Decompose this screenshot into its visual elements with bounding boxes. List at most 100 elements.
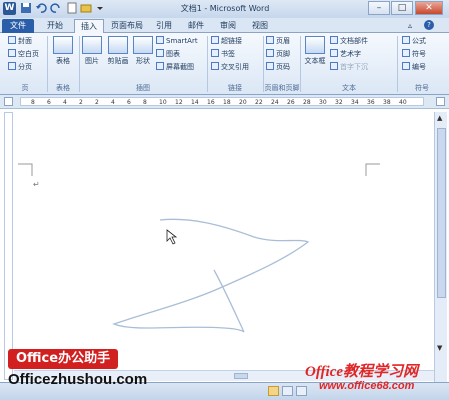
bookmark-button[interactable]: 书签: [211, 49, 235, 59]
group-label-table: 表格: [56, 84, 70, 92]
vertical-scrollbar[interactable]: ▲ ▼: [434, 112, 447, 382]
ruler-tick-label: 22: [255, 99, 263, 106]
ruler-tick-label: 34: [351, 99, 359, 106]
tab-insert[interactable]: 插入: [74, 19, 104, 33]
text-box-button[interactable]: 文本框: [302, 36, 328, 66]
ruler-bar: 8 6 4 2 2 4 6 8 10 12 14 16 18 20 22 24 26 28 30 32 34 36 38 40: [0, 95, 449, 109]
window-title: 文档1 - Microsoft Word: [180, 4, 270, 13]
tab-file[interactable]: 文件: [2, 19, 34, 33]
ribbon-insert: 封面 空白页 分页 页 表格 表格 图片 剪贴画 形状 SmartArt 图表 …: [0, 33, 449, 95]
close-button[interactable]: ✕: [415, 1, 443, 15]
cross-reference-icon: [211, 62, 219, 70]
save-icon[interactable]: [20, 2, 32, 15]
cover-page-button[interactable]: 封面: [8, 36, 32, 46]
tab-home[interactable]: 开始: [40, 19, 70, 33]
page-number-icon: [266, 62, 274, 70]
group-label-illustrations: 插图: [136, 84, 150, 92]
screenshot-button[interactable]: 屏幕截图: [156, 62, 194, 72]
undo-icon[interactable]: [35, 2, 47, 15]
footer-button[interactable]: 页脚: [266, 49, 290, 59]
screenshot-icon: [156, 62, 164, 70]
wordart-button[interactable]: 艺术字: [330, 49, 361, 59]
help-icon[interactable]: ?: [424, 20, 434, 30]
watermark-right-title: Office教程学习网: [305, 364, 419, 380]
watermark-right: Office教程学习网 www.office68.com: [305, 360, 447, 398]
cover-page-icon: [8, 36, 16, 44]
paragraph-mark: ↵: [33, 180, 40, 189]
tab-mailings[interactable]: 邮件: [182, 19, 210, 33]
vertical-ruler[interactable]: [4, 112, 13, 380]
smartart-icon: [156, 36, 164, 44]
ruler-tick-label: 2: [79, 99, 83, 106]
document-canvas[interactable]: ↵: [14, 110, 434, 382]
h-scroll-thumb[interactable]: [234, 373, 248, 379]
scroll-thumb[interactable]: [437, 128, 446, 298]
table-button[interactable]: 表格: [50, 36, 76, 66]
quick-parts-button[interactable]: 文档部件: [330, 36, 368, 46]
tab-view[interactable]: 视图: [246, 19, 274, 33]
tab-references[interactable]: 引用: [150, 19, 178, 33]
scroll-up-icon[interactable]: ▲: [437, 114, 445, 122]
picture-button[interactable]: 图片: [81, 36, 103, 66]
group-separator: [300, 36, 301, 92]
watermark-left: Office办公助手 Officezhushou.com: [8, 349, 160, 393]
maximize-button[interactable]: □: [391, 1, 413, 15]
header-icon: [266, 36, 274, 44]
ruler-tick-label: 36: [367, 99, 375, 106]
horizontal-ruler[interactable]: 8 6 4 2 2 4 6 8 10 12 14 16 18 20 22 24 26 28 30 32 34 36 38 40: [20, 97, 424, 106]
blank-page-icon: [8, 49, 16, 57]
group-label-links: 链接: [228, 84, 242, 92]
customize-toolbar-icon[interactable]: [94, 2, 106, 15]
numbering-icon: [402, 62, 410, 70]
drop-cap-icon: [330, 62, 338, 70]
watermark-url: Officezhushou.com: [8, 371, 148, 388]
tab-page-layout[interactable]: 页面布局: [106, 19, 148, 33]
omega-icon: [402, 49, 410, 57]
ribbon-minimize-icon[interactable]: ▵: [408, 21, 412, 30]
smartart-button[interactable]: SmartArt: [156, 36, 198, 46]
document-svg: [18, 163, 380, 333]
group-label-pages: 页: [21, 84, 29, 92]
tab-review[interactable]: 审阅: [214, 19, 242, 33]
clip-art-icon: [108, 36, 128, 54]
wordart-icon: [330, 49, 338, 57]
numbering-button[interactable]: 编号: [402, 62, 426, 72]
drop-cap-button[interactable]: 首字下沉: [330, 62, 368, 72]
blank-page-button[interactable]: 空白页: [8, 49, 39, 59]
open-folder-icon[interactable]: [80, 2, 92, 15]
page-number-button[interactable]: 页码: [266, 62, 290, 72]
chart-icon: [156, 49, 164, 57]
tab-selector-icon[interactable]: [4, 97, 13, 106]
freeform-scribble[interactable]: [112, 218, 310, 333]
shapes-icon: [133, 36, 153, 54]
bookmark-icon: [211, 49, 219, 57]
redo-icon[interactable]: [50, 2, 62, 15]
ruler-tick-label: 12: [175, 99, 183, 106]
print-layout-view-icon[interactable]: [268, 386, 279, 396]
cross-reference-button[interactable]: 交叉引用: [211, 62, 249, 72]
ruler-tick-label: 4: [111, 99, 115, 106]
ruler-tick-label: 16: [207, 99, 215, 106]
page-break-button[interactable]: 分页: [8, 62, 32, 72]
mouse-cursor-icon: [166, 229, 178, 245]
equation-button[interactable]: 公式: [402, 36, 426, 46]
shapes-button[interactable]: 形状: [132, 36, 154, 66]
page-break-icon: [8, 62, 16, 70]
title-bar: W 文档1 - Microsoft Word – □ ✕: [0, 0, 449, 18]
full-screen-view-icon[interactable]: [282, 386, 293, 396]
new-document-icon[interactable]: [66, 2, 78, 15]
text-box-icon: [305, 36, 325, 54]
margin-corner-mark: [365, 163, 380, 176]
header-button[interactable]: 页眉: [266, 36, 290, 46]
view-ruler-icon[interactable]: [436, 97, 445, 106]
clip-art-button[interactable]: 剪贴画: [104, 36, 132, 66]
ruler-tick-label: 38: [383, 99, 391, 106]
ruler-tick-label: 8: [143, 99, 147, 106]
scroll-down-icon[interactable]: ▼: [437, 344, 445, 352]
symbol-button[interactable]: 符号: [402, 49, 426, 59]
minimize-button[interactable]: –: [368, 1, 390, 15]
ruler-tick-label: 30: [319, 99, 327, 106]
word-app-icon[interactable]: W: [3, 2, 16, 15]
hyperlink-button[interactable]: 超链接: [211, 36, 242, 46]
chart-button[interactable]: 图表: [156, 49, 180, 59]
